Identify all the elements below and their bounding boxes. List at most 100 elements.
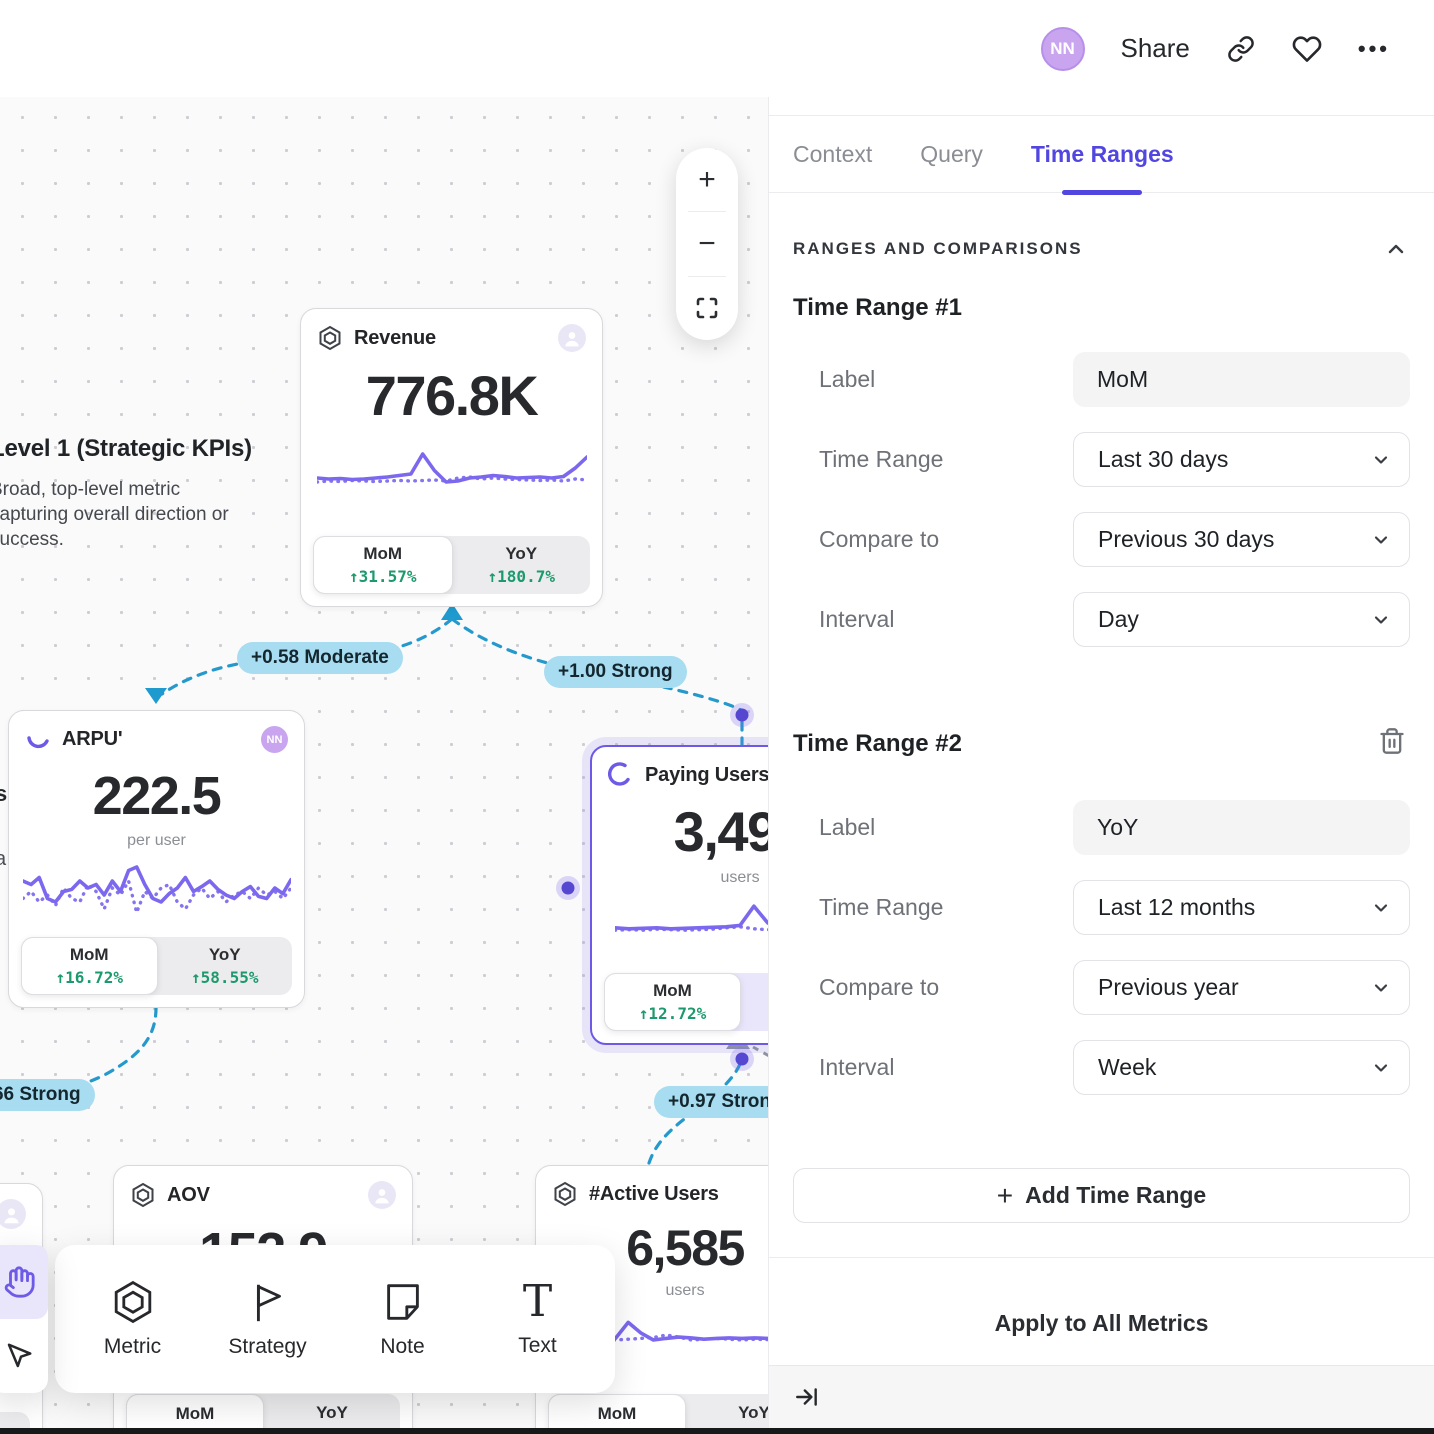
correlation-chip: +0.97 Strong bbox=[654, 1086, 768, 1118]
toggle-mom[interactable]: MoM ↑12.72% bbox=[604, 973, 741, 1031]
add-metric-button[interactable]: Metric bbox=[73, 1279, 193, 1359]
divider bbox=[769, 1257, 1434, 1258]
metric-tree-canvas[interactable]: Level 1 (Strategic KPIs) Broad, top-leve… bbox=[0, 97, 768, 1428]
card-title: AOV bbox=[167, 1184, 210, 1207]
tab-label: Time Ranges bbox=[1031, 141, 1174, 168]
toggle-label: MoM bbox=[176, 1404, 215, 1424]
field-label: Interval bbox=[819, 606, 894, 633]
trash-icon bbox=[1378, 727, 1406, 755]
toggle-yoy[interactable]: YoY bbox=[686, 1394, 768, 1428]
comparison-toggle: MoM ↑16.72% YoY ↑58.55% bbox=[21, 937, 292, 995]
top-bar: NN Share ••• bbox=[0, 0, 1434, 97]
select-value: Previous 30 days bbox=[1098, 526, 1274, 553]
label-input[interactable]: MoM bbox=[1073, 352, 1410, 407]
heart-icon bbox=[1292, 34, 1322, 64]
select-tool-button[interactable] bbox=[0, 1319, 48, 1393]
add-time-range-button[interactable]: + Add Time Range bbox=[793, 1168, 1410, 1223]
collapse-section-button[interactable] bbox=[1384, 237, 1408, 261]
zoom-in-button[interactable]: + bbox=[676, 148, 738, 211]
add-time-range-label: Add Time Range bbox=[1025, 1182, 1206, 1209]
toggle-value: ↑180.7% bbox=[488, 567, 555, 586]
select-value: Previous year bbox=[1098, 974, 1239, 1001]
time-range-1-title: Time Range #1 bbox=[793, 294, 962, 322]
loading-arc-icon bbox=[608, 762, 634, 788]
add-strategy-button[interactable]: Strategy bbox=[208, 1279, 328, 1359]
tab-time-ranges[interactable]: Time Ranges bbox=[1031, 116, 1174, 192]
metric-card-revenue[interactable]: Revenue 776.8K MoM ↑31.57% YoY ↑180.7% bbox=[300, 308, 603, 607]
time-range-select[interactable]: Last 30 days bbox=[1073, 432, 1410, 487]
correlation-chip: +0.58 Moderate bbox=[237, 642, 403, 674]
level-note-title: Level 1 (Strategic KPIs) bbox=[0, 435, 255, 463]
tab-query[interactable]: Query bbox=[920, 116, 983, 192]
toggle-label: MoM bbox=[70, 945, 109, 965]
toggle-yoy[interactable]: YoY ↑58.55% bbox=[158, 937, 293, 995]
chevron-down-icon bbox=[1371, 530, 1391, 550]
app-root: Level 1 (Strategic KPIs) Broad, top-leve… bbox=[0, 0, 1434, 1434]
connection-handle[interactable] bbox=[736, 709, 749, 722]
label-input-value: YoY bbox=[1097, 814, 1138, 841]
toggle-yoy[interactable]: YoY bbox=[264, 1394, 400, 1428]
compare-to-select[interactable]: Previous year bbox=[1073, 960, 1410, 1015]
active-tab-underline bbox=[1062, 190, 1142, 195]
canvas-mode-tools bbox=[0, 1245, 48, 1393]
interval-select[interactable]: Day bbox=[1073, 592, 1410, 647]
compare-to-select[interactable]: Previous 30 days bbox=[1073, 512, 1410, 567]
chevron-down-icon bbox=[1371, 610, 1391, 630]
add-note-button[interactable]: Note bbox=[343, 1279, 463, 1359]
delete-time-range-button[interactable] bbox=[1378, 727, 1406, 755]
user-avatar[interactable]: NN bbox=[1041, 27, 1085, 71]
metric-hexagon-icon bbox=[130, 1182, 156, 1208]
select-value: Day bbox=[1098, 606, 1139, 633]
panel-bottom-bar bbox=[769, 1365, 1434, 1428]
toggle-label: YoY bbox=[316, 1403, 348, 1423]
toggle-label: YoY bbox=[209, 945, 241, 965]
toggle-yoy[interactable]: YoY bbox=[741, 973, 768, 1031]
toggle-yoy[interactable]: YoY bbox=[0, 1412, 30, 1428]
connection-handle-halo bbox=[556, 876, 580, 900]
sparkline bbox=[317, 448, 587, 498]
toggle-value: ↑12.72% bbox=[639, 1004, 706, 1023]
more-options-button[interactable]: ••• bbox=[1358, 36, 1390, 62]
level-note: Level 1 (Strategic KPIs) Broad, top-leve… bbox=[0, 435, 255, 552]
collapse-panel-button[interactable] bbox=[794, 1384, 820, 1410]
favorite-button[interactable] bbox=[1292, 34, 1322, 64]
flag-icon bbox=[245, 1279, 291, 1325]
metric-card-arpu[interactable]: ARPU' NN 222.5 per user MoM ↑16.72% YoY … bbox=[8, 710, 305, 1008]
collaborator-badge: NN bbox=[261, 726, 288, 753]
tab-context[interactable]: Context bbox=[793, 116, 872, 192]
toggle-mom[interactable]: MoM ↑16.72% bbox=[21, 937, 158, 995]
bottom-edge-strip bbox=[0, 1428, 1434, 1434]
pan-tool-button[interactable] bbox=[0, 1245, 48, 1319]
add-text-button[interactable]: T Text bbox=[478, 1280, 598, 1358]
interval-select[interactable]: Week bbox=[1073, 1040, 1410, 1095]
fullscreen-icon bbox=[695, 296, 719, 320]
toggle-mom[interactable]: MoM bbox=[126, 1394, 264, 1428]
chevron-down-icon bbox=[1371, 1058, 1391, 1078]
card-title: Revenue bbox=[354, 327, 436, 350]
toggle-mom[interactable]: MoM bbox=[548, 1394, 686, 1428]
comparison-toggle: MoM YoY bbox=[126, 1394, 400, 1428]
copy-link-button[interactable] bbox=[1226, 34, 1256, 64]
comparison-toggle: MoM YoY bbox=[548, 1394, 768, 1428]
fit-view-button[interactable] bbox=[676, 277, 738, 340]
correlation-chip: +1.00 Strong bbox=[544, 656, 687, 688]
metric-hexagon-icon bbox=[110, 1279, 156, 1325]
panel-tabs: Context Query Time Ranges bbox=[769, 115, 1434, 193]
metric-card-paying-users[interactable]: Paying Users' 3,495 users MoM ↑12.72% Yo… bbox=[590, 745, 768, 1045]
toggle-mom[interactable]: MoM ↑31.57% bbox=[313, 536, 453, 594]
time-range-2-title: Time Range #2 bbox=[793, 730, 962, 758]
chevron-down-icon bbox=[1371, 978, 1391, 998]
share-button[interactable]: Share bbox=[1121, 33, 1190, 64]
zoom-out-button[interactable]: − bbox=[676, 212, 738, 275]
time-range-select[interactable]: Last 12 months bbox=[1073, 880, 1410, 935]
connection-handle[interactable] bbox=[562, 882, 575, 895]
select-value: Week bbox=[1098, 1054, 1156, 1081]
card-title: ARPU' bbox=[62, 728, 122, 751]
apply-to-all-metrics-button[interactable]: Apply to All Metrics bbox=[769, 1293, 1434, 1353]
tool-label: Metric bbox=[104, 1335, 161, 1359]
connection-handle-halo bbox=[730, 1047, 754, 1071]
connection-handle[interactable] bbox=[736, 1053, 749, 1066]
field-label: Time Range bbox=[819, 446, 943, 473]
toggle-yoy[interactable]: YoY ↑180.7% bbox=[453, 536, 591, 594]
label-input[interactable]: YoY bbox=[1073, 800, 1410, 855]
